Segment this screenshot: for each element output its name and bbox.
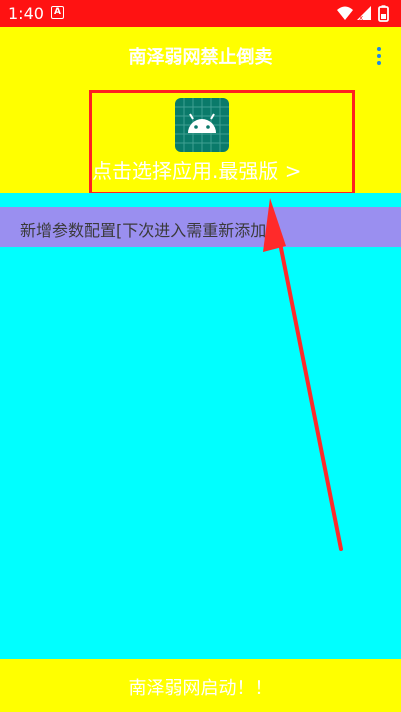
add-config-label: 新增参数配置[下次进入需重新添加]	[20, 221, 273, 240]
add-config-item[interactable]: 新增参数配置[下次进入需重新添加]	[0, 207, 401, 247]
android-icon	[175, 98, 229, 152]
status-time: 1:40	[8, 4, 44, 23]
app-title: 南泽弱网禁止倒卖	[128, 47, 273, 68]
status-icons: x	[337, 5, 389, 22]
svg-text:x: x	[359, 14, 363, 22]
signal-icon: x	[357, 6, 371, 22]
start-button[interactable]: 南泽弱网启动！！	[0, 659, 401, 712]
more-vert-icon[interactable]	[375, 47, 383, 69]
app-bar: 南泽弱网禁止倒卖 点击选择应用.最强版 >	[0, 27, 401, 195]
status-bar: 1:40 A x	[0, 0, 401, 27]
select-app-button[interactable]: 点击选择应用.最强版 >	[89, 90, 355, 195]
start-button-label: 南泽弱网启动！！	[128, 678, 273, 699]
battery-icon	[378, 5, 389, 22]
wifi-icon	[337, 6, 353, 20]
select-app-label: 点击选择应用.最强版 >	[92, 159, 302, 183]
divider	[0, 193, 401, 207]
notification-badge-icon: A	[51, 6, 64, 19]
